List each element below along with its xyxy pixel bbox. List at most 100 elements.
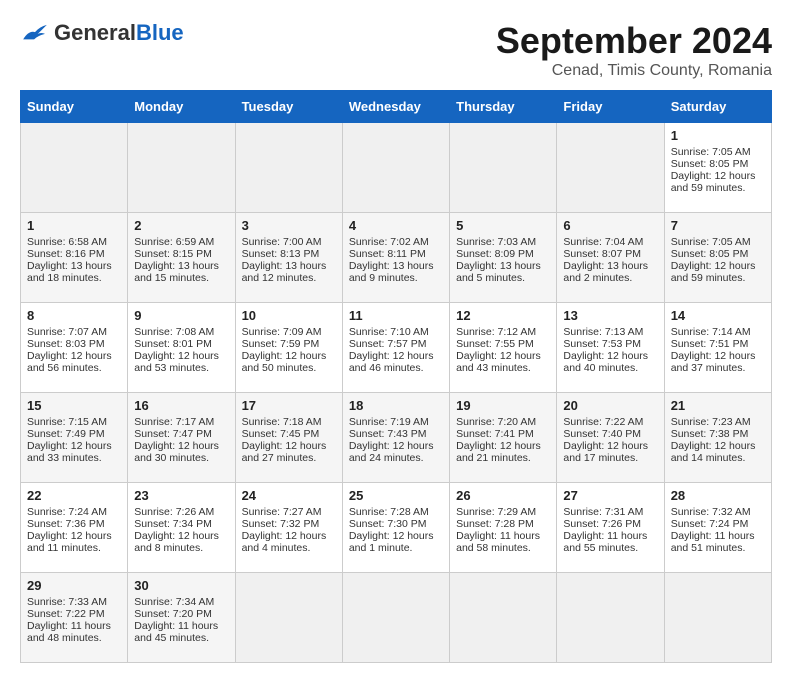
day-number: 18 <box>349 398 443 413</box>
sunrise-text: Sunrise: 7:23 AM <box>671 416 765 428</box>
day-number: 27 <box>563 488 657 503</box>
logo: GeneralBlue <box>20 20 184 46</box>
daylight-text: Daylight: 13 hours and 2 minutes. <box>563 260 657 284</box>
sunrise-text: Sunrise: 7:22 AM <box>563 416 657 428</box>
week-row-3: 15Sunrise: 7:15 AMSunset: 7:49 PMDayligh… <box>21 393 772 483</box>
sunrise-text: Sunrise: 7:32 AM <box>671 506 765 518</box>
table-cell <box>235 573 342 663</box>
table-cell: 30Sunrise: 7:34 AMSunset: 7:20 PMDayligh… <box>128 573 235 663</box>
sunrise-text: Sunrise: 7:15 AM <box>27 416 121 428</box>
sunrise-text: Sunrise: 7:28 AM <box>349 506 443 518</box>
daylight-text: Daylight: 12 hours and 53 minutes. <box>134 350 228 374</box>
day-number: 1 <box>27 218 121 233</box>
logo-blue: Blue <box>136 20 184 45</box>
daylight-text: Daylight: 12 hours and 50 minutes. <box>242 350 336 374</box>
table-cell <box>450 573 557 663</box>
table-cell: 1Sunrise: 7:05 AMSunset: 8:05 PMDaylight… <box>664 123 771 213</box>
daylight-text: Daylight: 11 hours and 55 minutes. <box>563 530 657 554</box>
location-subtitle: Cenad, Timis County, Romania <box>496 62 772 80</box>
week-row-1: 1 Sunrise: 6:58 AMSunset: 8:16 PM Daylight… <box>21 213 772 303</box>
sunrise-text: Sunrise: 7:00 AM <box>242 236 336 248</box>
daylight-text: Daylight: 12 hours and 27 minutes. <box>242 440 336 464</box>
daylight-text: Daylight: 13 hours and 9 minutes. <box>349 260 443 284</box>
table-cell: 19Sunrise: 7:20 AMSunset: 7:41 PMDayligh… <box>450 393 557 483</box>
daylight-text: Daylight: 11 hours and 48 minutes. <box>27 620 121 644</box>
day-number: 17 <box>242 398 336 413</box>
day-number: 30 <box>134 578 228 593</box>
table-cell: 13Sunrise: 7:13 AMSunset: 7:53 PMDayligh… <box>557 303 664 393</box>
table-cell <box>342 123 449 213</box>
table-cell: 14Sunrise: 7:14 AMSunset: 7:51 PMDayligh… <box>664 303 771 393</box>
table-cell: 16Sunrise: 7:17 AMSunset: 7:47 PMDayligh… <box>128 393 235 483</box>
sunrise-text: Sunrise: 7:31 AM <box>563 506 657 518</box>
daylight-text: Daylight: 12 hours and 30 minutes. <box>134 440 228 464</box>
day-number: 28 <box>671 488 765 503</box>
table-cell: 17 Sunrise: 7:18 AMSunset: 7:45 PMDayligh… <box>235 393 342 483</box>
sunset-text: Sunset: 8:07 PM <box>563 248 657 260</box>
sunset-text: Sunset: 8:11 PM <box>349 248 443 260</box>
table-cell <box>128 123 235 213</box>
day-number: 4 <box>349 218 443 233</box>
page-header: GeneralBlue September 2024 Cenad, Timis … <box>20 20 772 80</box>
table-cell: 3Sunrise: 7:00 AMSunset: 8:13 PMDaylight… <box>235 213 342 303</box>
daylight-text: Daylight: 12 hours and 8 minutes. <box>134 530 228 554</box>
sunset-text: Sunset: 7:30 PM <box>349 518 443 530</box>
sunrise-text: Sunrise: 7:34 AM <box>134 596 228 608</box>
sunrise-text: Sunrise: 7:26 AM <box>134 506 228 518</box>
week-row-0: 1Sunrise: 7:05 AMSunset: 8:05 PMDaylight… <box>21 123 772 213</box>
daylight-text: Daylight: 13 hours and 12 minutes. <box>242 260 336 284</box>
day-number: 12 <box>456 308 550 323</box>
sunset-text: Sunset: 7:40 PM <box>563 428 657 440</box>
week-row-5: 29Sunrise: 7:33 AMSunset: 7:22 PMDayligh… <box>21 573 772 663</box>
table-cell: 20Sunrise: 7:22 AMSunset: 7:40 PMDayligh… <box>557 393 664 483</box>
sunrise-text: Sunrise: 7:18 AM <box>242 416 336 428</box>
table-cell: 23Sunrise: 7:26 AMSunset: 7:34 PMDayligh… <box>128 483 235 573</box>
table-cell: 10Sunrise: 7:09 AMSunset: 7:59 PMDayligh… <box>235 303 342 393</box>
month-title: September 2024 <box>496 20 772 62</box>
table-cell: 9Sunrise: 7:08 AMSunset: 8:01 PMDaylight… <box>128 303 235 393</box>
sunrise-text: Sunrise: 7:14 AM <box>671 326 765 338</box>
day-number: 25 <box>349 488 443 503</box>
sunrise-text: Sunrise: 7:05 AM <box>671 146 765 158</box>
day-number: 19 <box>456 398 550 413</box>
sunset-text: Sunset: 7:22 PM <box>27 608 121 620</box>
header-wednesday: Wednesday <box>342 91 449 123</box>
table-cell: 26Sunrise: 7:29 AMSunset: 7:28 PMDayligh… <box>450 483 557 573</box>
sunrise-text: Sunrise: 7:03 AM <box>456 236 550 248</box>
day-number: 24 <box>242 488 336 503</box>
sunrise-text: Sunrise: 7:07 AM <box>27 326 121 338</box>
day-number: 22 <box>27 488 121 503</box>
sunrise-text: Sunrise: 7:27 AM <box>242 506 336 518</box>
day-number: 3 <box>242 218 336 233</box>
table-cell: 24Sunrise: 7:27 AMSunset: 7:32 PMDayligh… <box>235 483 342 573</box>
day-number: 8 <box>27 308 121 323</box>
sunset-text: Sunset: 7:51 PM <box>671 338 765 350</box>
header-thursday: Thursday <box>450 91 557 123</box>
table-cell: 5Sunrise: 7:03 AMSunset: 8:09 PMDaylight… <box>450 213 557 303</box>
daylight-text: Daylight: 12 hours and 11 minutes. <box>27 530 121 554</box>
daylight-text: Daylight: 12 hours and 59 minutes. <box>671 170 765 194</box>
header-saturday: Saturday <box>664 91 771 123</box>
day-number: 15 <box>27 398 121 413</box>
day-number: 1 <box>671 128 765 143</box>
header-friday: Friday <box>557 91 664 123</box>
table-cell <box>235 123 342 213</box>
sunset-text: Sunset: 8:01 PM <box>134 338 228 350</box>
sunset-text: Sunset: 7:57 PM <box>349 338 443 350</box>
sunset-text: Sunset: 8:16 PM <box>27 248 121 260</box>
daylight-text: Daylight: 11 hours and 51 minutes. <box>671 530 765 554</box>
table-cell: 1Sunrise: 6:58 AMSunset: 8:16 PMDaylight… <box>21 213 128 303</box>
sunrise-text: Sunrise: 6:58 AM <box>27 236 121 248</box>
sunrise-text: Sunrise: 7:02 AM <box>349 236 443 248</box>
sunrise-text: Sunrise: 6:59 AM <box>134 236 228 248</box>
title-area: September 2024 Cenad, Timis County, Roma… <box>496 20 772 80</box>
day-number: 14 <box>671 308 765 323</box>
sunrise-text: Sunrise: 7:17 AM <box>134 416 228 428</box>
sunset-text: Sunset: 8:15 PM <box>134 248 228 260</box>
day-number: 2 <box>134 218 228 233</box>
table-cell: 25Sunrise: 7:28 AMSunset: 7:30 PMDayligh… <box>342 483 449 573</box>
daylight-text: Daylight: 12 hours and 21 minutes. <box>456 440 550 464</box>
table-cell: 22Sunrise: 7:24 AMSunset: 7:36 PMDayligh… <box>21 483 128 573</box>
sunset-text: Sunset: 7:45 PM <box>242 428 336 440</box>
daylight-text: Daylight: 13 hours and 15 minutes. <box>134 260 228 284</box>
